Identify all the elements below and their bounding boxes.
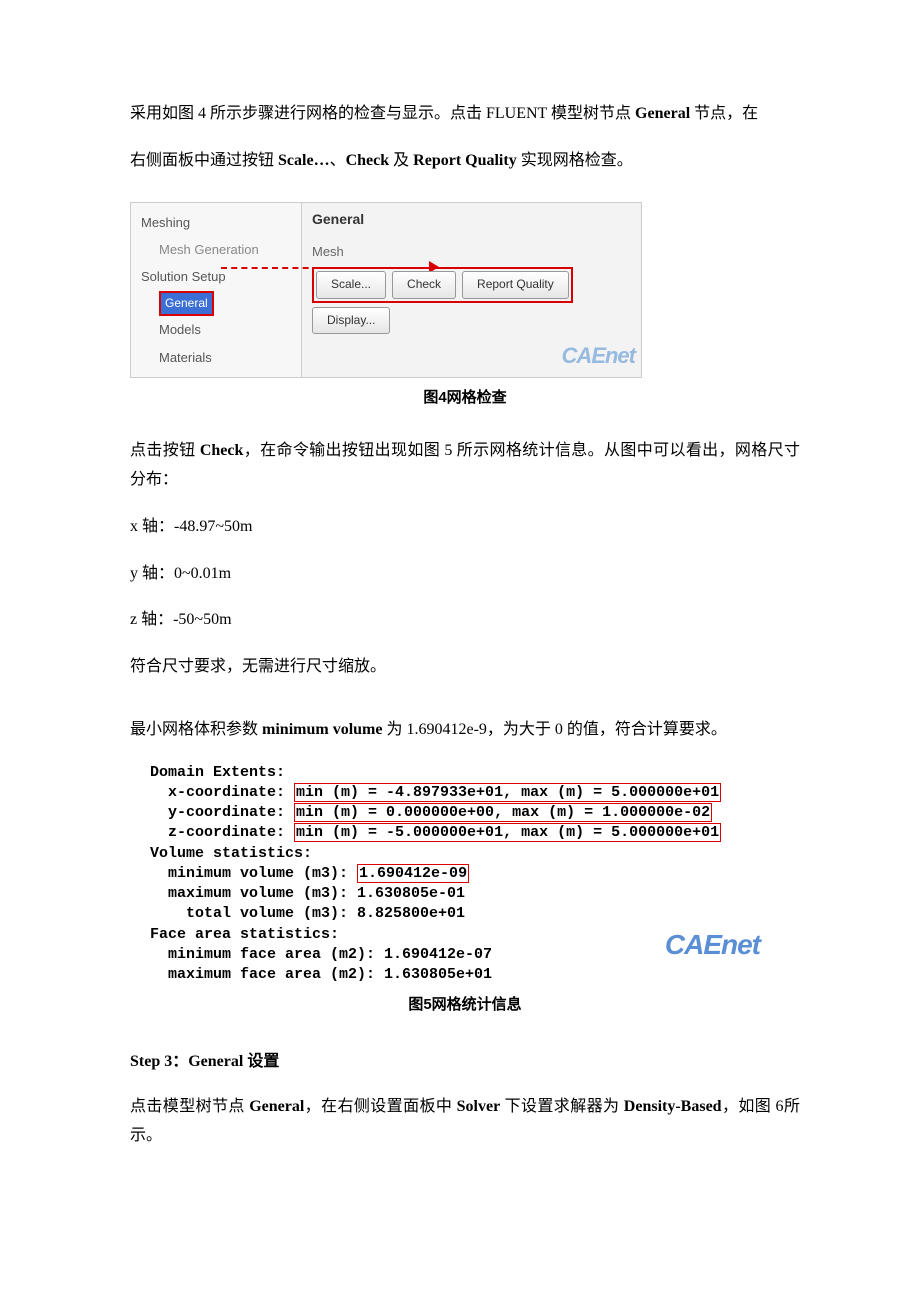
paragraph-8: 最小网格体积参数 minimum volume 为 1.690412e-9，为大… <box>130 716 800 745</box>
tree-general-node[interactable]: General <box>159 291 214 317</box>
console-line: y-coordinate: <box>150 804 294 821</box>
console-line: maximum volume (m3): 1.630805e-01 <box>150 885 465 902</box>
step-3-heading: Step 3：General 设置 <box>130 1048 800 1077</box>
console-line: maximum face area (m2): 1.630805e+01 <box>150 966 492 983</box>
paragraph-6: z 轴：-50~50m <box>130 606 800 635</box>
console-line: x-coordinate: <box>150 784 294 801</box>
watermark-icon: CAEnet <box>665 926 760 964</box>
check-button[interactable]: Check <box>392 271 456 299</box>
console-line: Volume statistics: <box>150 845 312 862</box>
tree-mesh-generation: Mesh Generation <box>141 236 301 263</box>
paragraph-3: 点击按钮 Check，在命令输出按钮出现如图 5 所示网格统计信息。从图中可以看… <box>130 437 800 495</box>
document-page: 采用如图 4 所示步骤进行网格的检查与显示。点击 FLUENT 模型树节点 Ge… <box>0 0 920 1229</box>
text: ，在右侧设置面板中 <box>304 1098 456 1115</box>
text: 采用如图 4 所示步骤进行网格的检查与显示。点击 FLUENT 模型树节点 <box>130 105 635 122</box>
term-general: General <box>249 1098 304 1115</box>
report-quality-button[interactable]: Report Quality <box>462 271 569 299</box>
term-scale: Scale… <box>278 152 330 169</box>
watermark-icon: CAEnet <box>562 336 635 376</box>
term-check: Check <box>200 442 244 459</box>
term-general: General <box>635 105 690 122</box>
paragraph-2: 右侧面板中通过按钮 Scale…、Check 及 Report Quality … <box>130 147 800 176</box>
tree-panel: Meshing Mesh Generation Solution Setup G… <box>131 203 301 378</box>
panel-title: General <box>312 207 635 234</box>
general-panel: General Mesh Scale... Check Report Quali… <box>301 203 641 378</box>
console-line: total volume (m3): 8.825800e+01 <box>150 905 465 922</box>
paragraph-9: 点击模型树节点 General，在右侧设置面板中 Solver 下设置求解器为 … <box>130 1093 800 1151</box>
console-line: minimum volume (m3): <box>150 865 357 882</box>
tree-meshing: Meshing <box>141 209 301 236</box>
term-density-based: Density-Based <box>624 1098 722 1115</box>
paragraph-7: 符合尺寸要求，无需进行尺寸缩放。 <box>130 653 800 682</box>
paragraph-1: 采用如图 4 所示步骤进行网格的检查与显示。点击 FLUENT 模型树节点 Ge… <box>130 100 800 129</box>
text: 右侧面板中通过按钮 <box>130 152 278 169</box>
figure-4-ui: Meshing Mesh Generation Solution Setup G… <box>130 202 642 379</box>
text: 为 1.690412e-9，为大于 0 的值，符合计算要求。 <box>382 721 726 738</box>
text: 、 <box>330 152 346 169</box>
tree-models: Models <box>141 316 301 343</box>
text: 实现网格检查。 <box>517 152 633 169</box>
text: 点击模型树节点 <box>130 1098 249 1115</box>
y-extent-highlight: min (m) = 0.000000e+00, max (m) = 1.0000… <box>294 803 712 822</box>
text: 最小网格体积参数 <box>130 721 262 738</box>
panel-sub-mesh: Mesh <box>312 240 635 263</box>
figure-5-caption: 图5网格统计信息 <box>130 991 800 1018</box>
text: 点击按钮 <box>130 442 200 459</box>
text: 及 <box>389 152 413 169</box>
min-volume-highlight: 1.690412e-09 <box>357 864 469 883</box>
tree-materials: Materials <box>141 344 301 371</box>
scale-button[interactable]: Scale... <box>316 271 386 299</box>
highlighted-buttons: Scale... Check Report Quality <box>312 267 573 303</box>
term-solver: Solver <box>457 1098 501 1115</box>
console-line: minimum face area (m2): 1.690412e-07 <box>150 946 492 963</box>
paragraph-5: y 轴：0~0.01m <box>130 560 800 589</box>
paragraph-4: x 轴：-48.97~50m <box>130 513 800 542</box>
term-min-volume: minimum volume <box>262 721 382 738</box>
z-extent-highlight: min (m) = -5.000000e+01, max (m) = 5.000… <box>294 823 721 842</box>
console-line: Domain Extents: <box>150 764 285 781</box>
term-check: Check <box>346 152 390 169</box>
console-line: z-coordinate: <box>150 824 294 841</box>
figure-4-caption: 图4网格检查 <box>130 384 800 411</box>
term-report-quality: Report Quality <box>413 152 517 169</box>
x-extent-highlight: min (m) = -4.897933e+01, max (m) = 5.000… <box>294 783 721 802</box>
figure-5-console: Domain Extents: x-coordinate: min (m) = … <box>150 763 800 986</box>
text: 节点，在 <box>690 105 758 122</box>
display-button[interactable]: Display... <box>312 307 390 335</box>
console-line: Face area statistics: <box>150 926 339 943</box>
text: 下设置求解器为 <box>500 1098 624 1115</box>
